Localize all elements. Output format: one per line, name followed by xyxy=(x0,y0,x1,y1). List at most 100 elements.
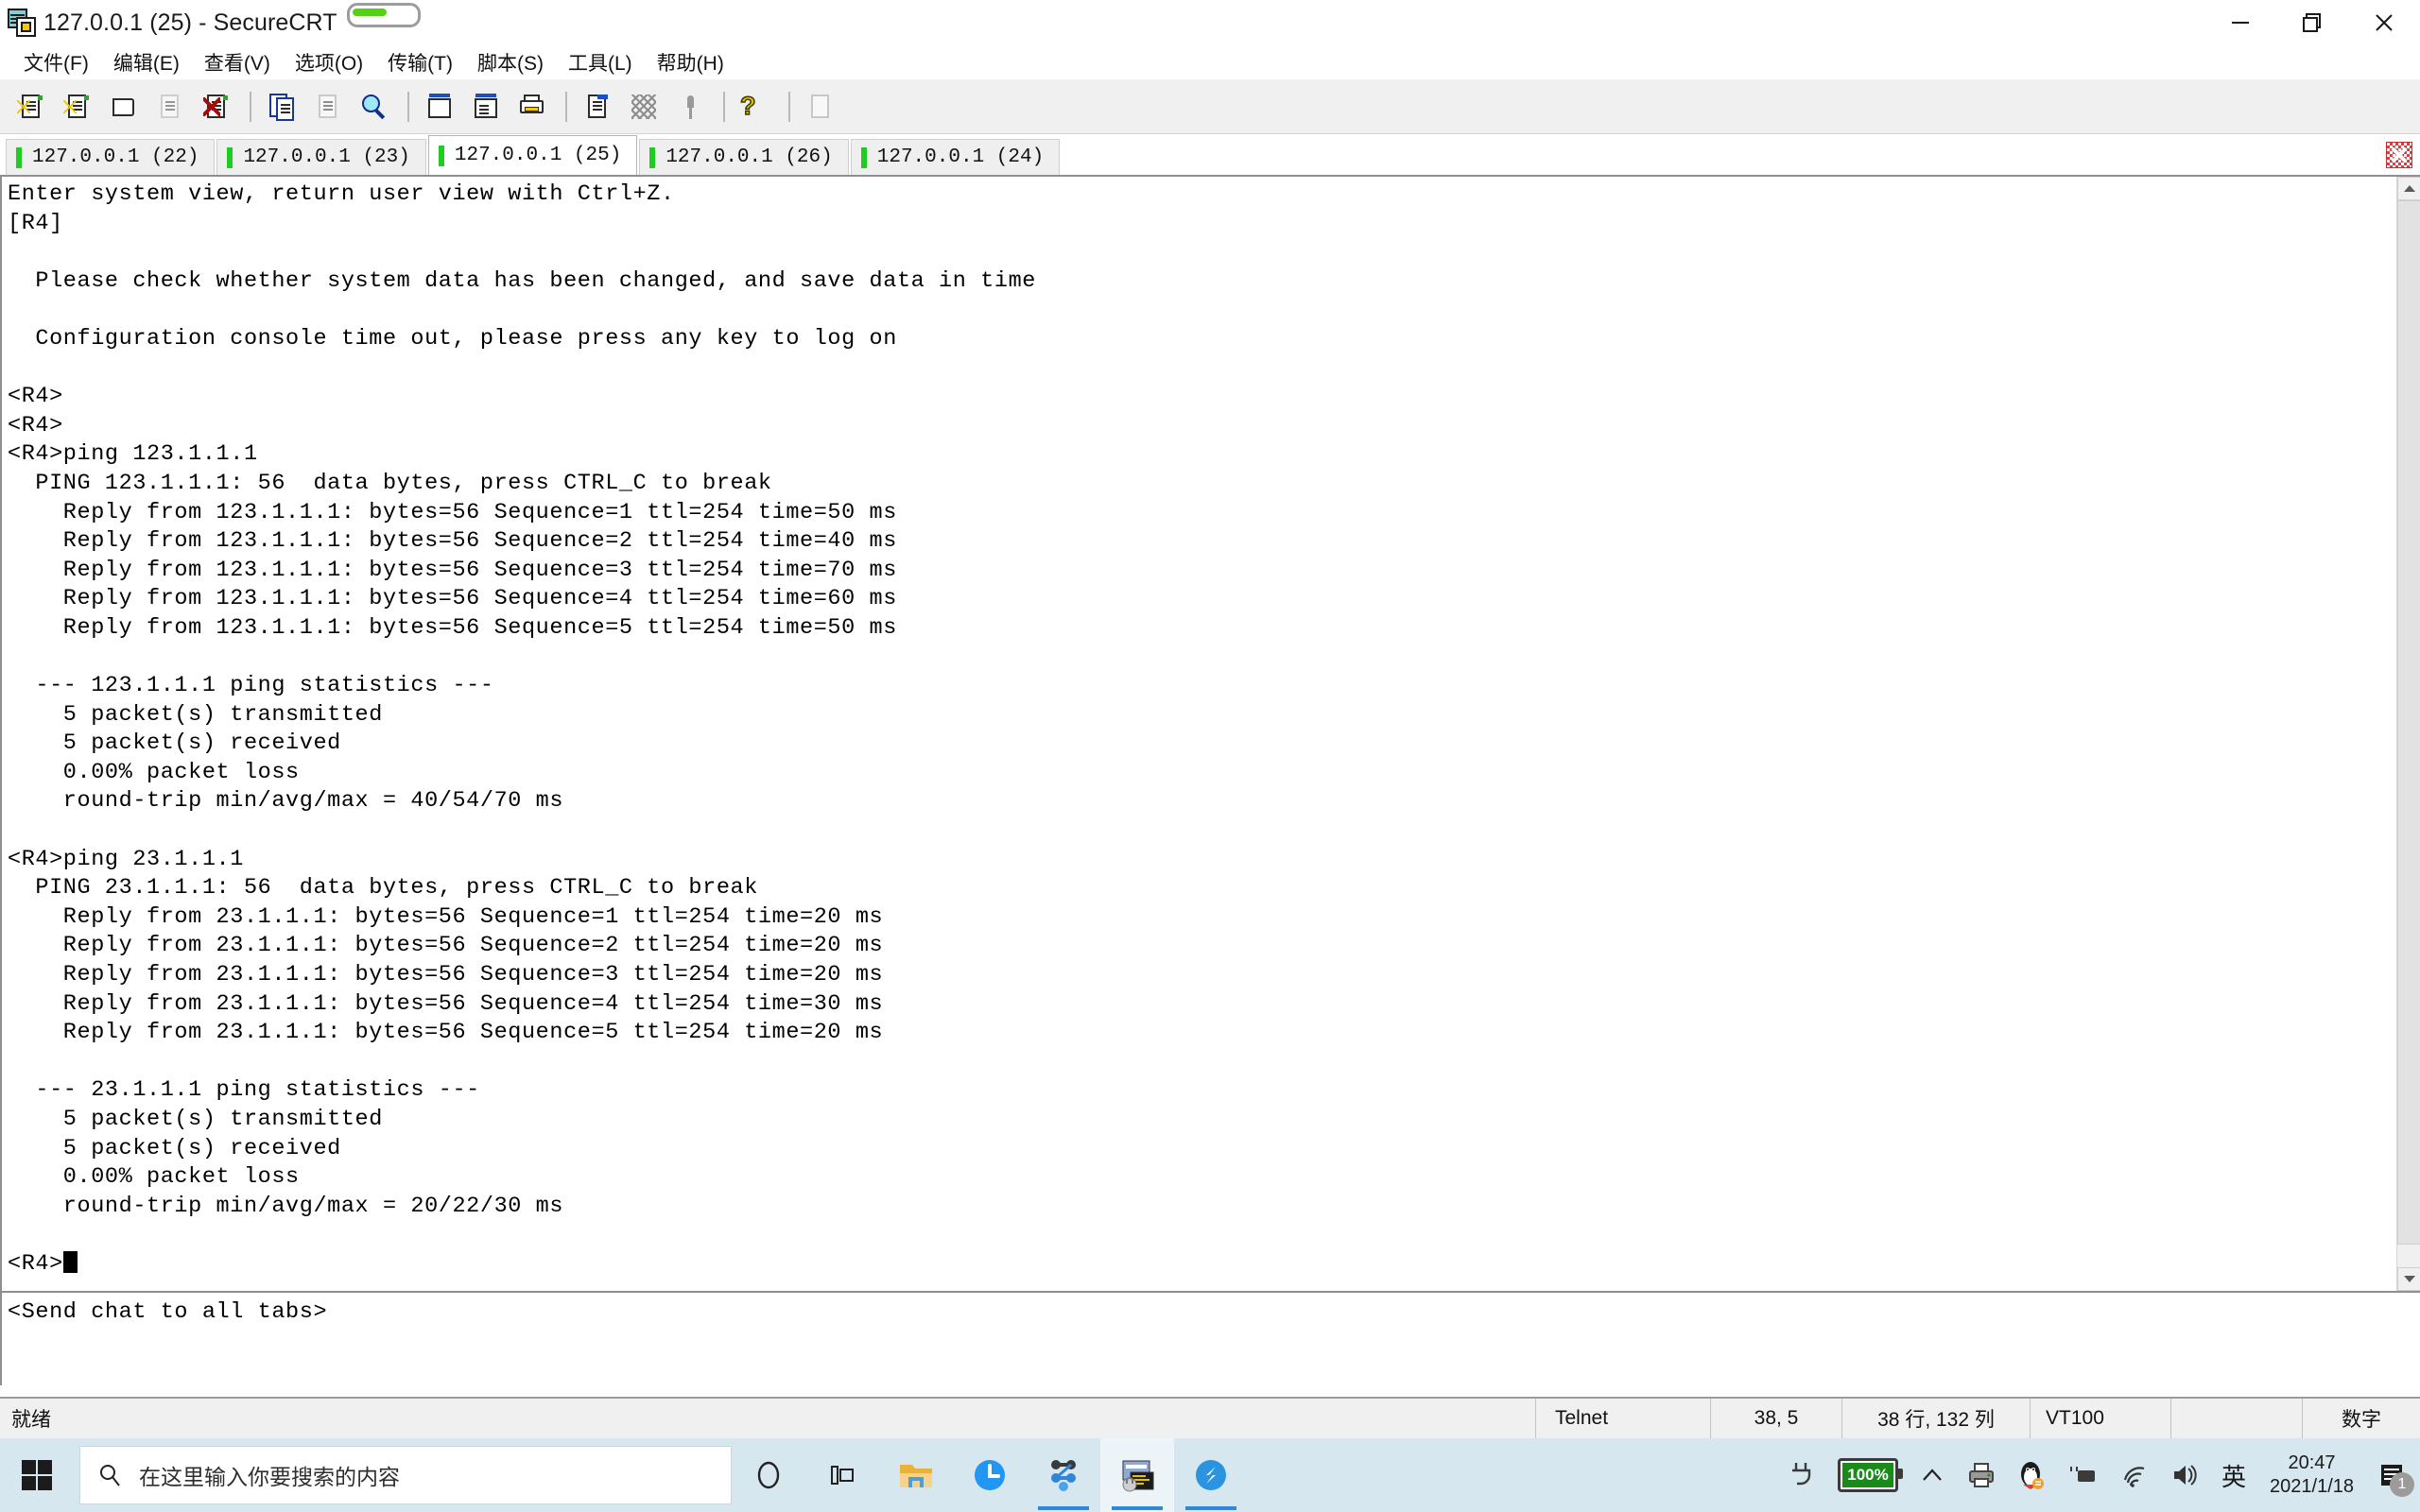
wifi-icon[interactable] xyxy=(2109,1461,2160,1489)
securecrt-window: 127.0.0.1 (25) - SecureCRT 文件(F) 编辑(E) 查… xyxy=(0,0,2420,1512)
tab-label: 127.0.0.1 (25) xyxy=(454,145,622,166)
taskbar-clock[interactable]: 20:47 2021/1/18 xyxy=(2256,1452,2367,1499)
menu-options[interactable]: 选项(O) xyxy=(283,46,375,78)
terminal-line: 5 packet(s) transmitted xyxy=(8,701,383,728)
cortana-icon[interactable] xyxy=(732,1438,805,1512)
ensp-icon[interactable] xyxy=(1027,1438,1100,1512)
terminal-scrollbar[interactable] xyxy=(2396,177,2420,1291)
tab-127-0-0-1-24[interactable]: 127.0.0.1 (24) xyxy=(850,139,1061,175)
line-mode-icon[interactable] xyxy=(622,85,666,129)
chat-placeholder: <Send chat to all tabs> xyxy=(8,1299,328,1325)
tab-127-0-0-1-25[interactable]: 127.0.0.1 (25) xyxy=(427,135,638,175)
toolbar-separator xyxy=(565,91,567,122)
tab-127-0-0-1-22[interactable]: 127.0.0.1 (22) xyxy=(6,139,216,175)
securecrt-icon xyxy=(8,9,36,37)
tab-connected-indicator xyxy=(227,146,233,168)
terminal-line: Reply from 23.1.1.1: bytes=56 Sequence=4… xyxy=(8,990,884,1017)
scrollbar-thumb[interactable] xyxy=(2397,200,2420,1245)
file-explorer-icon[interactable] xyxy=(879,1438,953,1512)
battery-icon[interactable]: 100% xyxy=(1827,1458,1909,1492)
clock-app-icon[interactable] xyxy=(953,1438,1027,1512)
minimize-button[interactable] xyxy=(2204,0,2276,45)
window-title: 127.0.0.1 (25) - SecureCRT xyxy=(43,9,337,36)
terminal-line: Enter system view, return user view with… xyxy=(8,181,675,207)
show-hidden-icons-chevron-up-icon[interactable] xyxy=(1909,1462,1956,1488)
terminal-line: <R4> xyxy=(8,384,63,410)
find-icon[interactable] xyxy=(353,85,396,129)
status-emulation: VT100 xyxy=(2030,1399,2170,1438)
notification-center-button[interactable]: 1 xyxy=(2367,1438,2416,1512)
toolbar-separator xyxy=(723,91,725,122)
tab-strip: 127.0.0.1 (22) 127.0.0.1 (23) 127.0.0.1 … xyxy=(0,135,1062,175)
qq-penguin-icon[interactable] xyxy=(2007,1460,2056,1490)
menu-edit[interactable]: 编辑(E) xyxy=(101,46,192,78)
terminal-line: 0.00% packet loss xyxy=(8,1164,300,1191)
print-screen-icon[interactable] xyxy=(418,85,461,129)
scroll-up-button[interactable] xyxy=(2397,177,2420,200)
status-protocol: Telnet xyxy=(1535,1399,1710,1438)
terminal-output[interactable]: Enter system view, return user view with… xyxy=(2,177,2396,1291)
terminal-line: 5 packet(s) received xyxy=(8,730,341,757)
sangfor-icon[interactable] xyxy=(1174,1438,1248,1512)
terminal-line: 5 packet(s) received xyxy=(8,1135,341,1161)
terminal-line: PING 123.1.1.1: 56 data bytes, press CTR… xyxy=(8,470,772,496)
chat-window[interactable]: <Send chat to all tabs> xyxy=(0,1291,2420,1385)
quick-connect-icon[interactable] xyxy=(56,85,99,129)
paste-icon[interactable] xyxy=(306,85,350,129)
toolbar-separator xyxy=(250,91,251,122)
help-icon[interactable]: ? xyxy=(734,85,777,129)
volume-icon[interactable] xyxy=(2160,1461,2211,1489)
terminal-line: 0.00% packet loss xyxy=(8,759,300,785)
open-session-icon[interactable] xyxy=(102,85,146,129)
search-placeholder: 在这里输入你要搜索的内容 xyxy=(139,1465,400,1489)
key-icon[interactable] xyxy=(668,85,712,129)
terminal-line: <R4>ping 123.1.1.1 xyxy=(8,441,258,468)
menu-file[interactable]: 文件(F) xyxy=(11,46,101,78)
battery-tray-icon[interactable] xyxy=(2056,1461,2109,1489)
calculator-icon[interactable] xyxy=(799,85,842,129)
menu-help[interactable]: 帮助(H) xyxy=(645,46,736,78)
windows-taskbar: 在这里输入你要搜索的内容 100% 英 20:47 2021/1/18 1 xyxy=(0,1438,2420,1512)
maximize-restore-button[interactable] xyxy=(2276,0,2348,45)
terminal-line: <R4> xyxy=(8,412,63,438)
menu-transfer[interactable]: 传输(T) xyxy=(375,46,465,78)
start-button[interactable] xyxy=(0,1438,74,1512)
menu-script[interactable]: 脚本(S) xyxy=(465,46,556,78)
menu-tools[interactable]: 工具(L) xyxy=(556,46,645,78)
tab-label: 127.0.0.1 (24) xyxy=(876,146,1045,168)
printer-icon[interactable] xyxy=(1956,1460,2007,1490)
session-options-icon[interactable] xyxy=(576,85,619,129)
print-icon[interactable] xyxy=(510,85,554,129)
disconnect-icon[interactable] xyxy=(195,85,238,129)
status-bar: 就绪 Telnet 38, 5 38 行, 132 列 VT100 数字 xyxy=(0,1397,2420,1438)
connect-sftp-icon[interactable] xyxy=(148,85,192,129)
tab-bar: 127.0.0.1 (22) 127.0.0.1 (23) 127.0.0.1 … xyxy=(0,135,2420,175)
terminal-line: Reply from 123.1.1.1: bytes=56 Sequence=… xyxy=(8,586,897,612)
terminal-line: Reply from 123.1.1.1: bytes=56 Sequence=… xyxy=(8,528,897,555)
terminal-line: Reply from 23.1.1.1: bytes=56 Sequence=5… xyxy=(8,1020,884,1046)
scroll-down-button[interactable] xyxy=(2397,1267,2420,1291)
log-session-icon[interactable] xyxy=(464,85,508,129)
windows-logo-icon xyxy=(22,1460,52,1490)
ime-language-indicator[interactable]: 英 xyxy=(2211,1458,2256,1493)
taskbar-search[interactable]: 在这里输入你要搜索的内容 xyxy=(79,1446,732,1504)
menu-view[interactable]: 查看(V) xyxy=(192,46,283,78)
copy-icon[interactable] xyxy=(260,85,303,129)
task-view-icon[interactable] xyxy=(805,1438,879,1512)
close-tab-button[interactable] xyxy=(2384,140,2414,170)
system-tray: 100% 英 20:47 2021/1/18 1 xyxy=(1778,1438,2420,1512)
terminal-line: <R4> xyxy=(8,1250,2396,1280)
close-button[interactable] xyxy=(2348,0,2420,45)
power-plug-icon[interactable] xyxy=(1778,1460,1827,1490)
terminal-line: round-trip min/avg/max = 20/22/30 ms xyxy=(8,1193,564,1219)
new-session-icon[interactable] xyxy=(9,85,53,129)
terminal-line: round-trip min/avg/max = 40/54/70 ms xyxy=(8,788,564,815)
terminal-line: --- 123.1.1.1 ping statistics --- xyxy=(8,673,494,699)
tab-127-0-0-1-23[interactable]: 127.0.0.1 (23) xyxy=(216,139,426,175)
securecrt-taskbar-icon[interactable] xyxy=(1100,1438,1174,1512)
tab-127-0-0-1-26[interactable]: 127.0.0.1 (26) xyxy=(639,139,849,175)
